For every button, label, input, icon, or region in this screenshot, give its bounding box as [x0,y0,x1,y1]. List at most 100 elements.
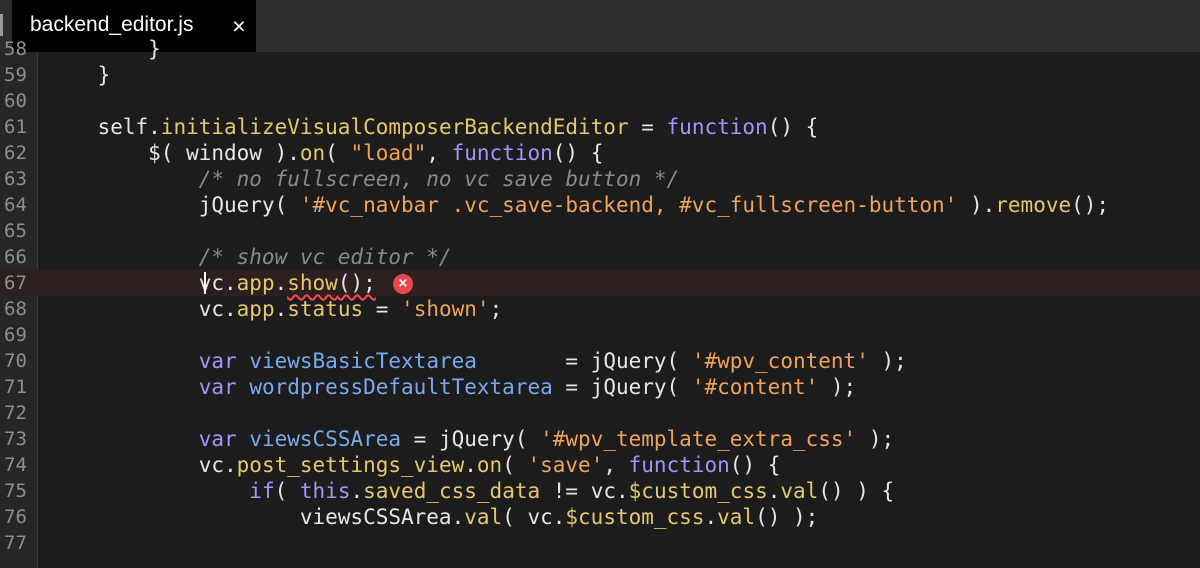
code-text: /* show vc editor */ [47,244,452,270]
code-token: '#vc_navbar .vc_save-backend, #vc_fullsc… [299,193,958,217]
code-token: viewsBasicTextarea [249,349,477,373]
code-token: jQuery( [47,193,300,217]
code-token: ( [325,141,351,165]
line-number: 62 [4,142,27,164]
line-number: 61 [4,116,27,138]
code-token: app [236,271,275,295]
code-line[interactable]: 71 var wordpressDefaultTextarea = jQuery… [0,374,1200,400]
code-token: var [198,375,237,399]
code-token: ( vc. [502,505,566,529]
code-token: val [717,505,756,529]
line-number: 71 [4,376,27,398]
code-token: this [299,479,351,503]
line-number: 76 [4,506,27,528]
code-token: () { [552,141,604,165]
code-token: '#content' [691,375,819,399]
line-number: 75 [4,480,27,502]
code-text: vc.app.status = 'shown'; [47,296,503,322]
code-token: . [767,479,781,503]
code-line[interactable]: 61 self.initializeVisualComposerBackendE… [0,114,1200,140]
code-line[interactable]: 72 [0,400,1200,426]
code-token: = jQuery( [552,375,692,399]
code-line[interactable]: 65 [0,218,1200,244]
code-line[interactable]: 67 vc.app.show(); × [0,270,1200,296]
code-line[interactable]: 75 if( this. saved_css_data != vc.$custom… [0,478,1200,504]
code-token: = jQuery( [476,349,692,373]
code-token: $( window ). [47,141,300,165]
line-number: 67 [4,272,27,294]
code-token: val [464,505,503,529]
code-token: ). [957,193,996,217]
code-token: () { [767,115,819,139]
code-token: var [198,427,237,451]
line-number: 68 [4,298,27,320]
line-number: 69 [4,324,27,346]
code-line[interactable]: 76 viewsCSSArea.val( vc.$custom_css.val(… [0,504,1200,530]
code-token: if [249,479,275,503]
code-token: ); [818,375,857,399]
code-line[interactable]: 69 [0,322,1200,348]
line-number: 73 [4,428,27,450]
code-token: /* show vc editor */ [47,245,452,269]
line-number: 74 [4,454,27,476]
code-token: ( [502,453,528,477]
code-token: vc. [47,271,237,295]
code-token: ); [856,427,895,451]
code-token: $custom_css [628,479,768,503]
code-token: = jQuery( [401,427,541,451]
code-token: . [704,505,718,529]
code-line[interactable]: 59 } [0,62,1200,88]
line-number: 66 [4,246,27,268]
code-line[interactable]: 77 [0,530,1200,556]
code-token: remove [995,193,1072,217]
code-token: viewsCSSArea [249,427,402,451]
code-token: /* no fullscreen, no vc save button */ [47,167,680,191]
code-token: app [236,297,275,321]
code-token: () ); [755,505,819,529]
code-line[interactable]: 68 vc.app.status = 'shown'; [0,296,1200,322]
code-token: wordpressDefaultTextarea [249,375,553,399]
code-token: , [603,453,629,477]
code-text: } [47,36,161,62]
tab-title: backend_editor.js [30,13,194,36]
code-token: ( [274,479,300,503]
code-token: var [198,349,237,373]
code-token: "load" [350,141,427,165]
code-text: $( window ).on( "load", function() { [47,140,603,166]
line-number: 65 [4,220,27,242]
code-line[interactable]: 62 $( window ).on( "load", function() { [0,140,1200,166]
code-token: post_settings_view [236,453,465,477]
code-token: function [666,115,768,139]
code-text: vc.post_settings_view.on( 'save', functi… [47,452,781,478]
code-token: function [451,141,553,165]
code-line[interactable]: 58 } [0,36,1200,62]
code-line[interactable]: 74 vc.post_settings_view.on( 'save', fun… [0,452,1200,478]
code-token: vc. [47,453,237,477]
code-line[interactable]: 64 jQuery( '#vc_navbar .vc_save-backend,… [0,192,1200,218]
error-icon[interactable]: × [393,274,413,294]
code-token: = [363,297,402,321]
code-token: $custom_css [565,505,705,529]
code-line[interactable]: 63 /* no fullscreen, no vc save button *… [0,166,1200,192]
text-cursor [204,272,206,294]
code-token: != vc. [540,479,629,503]
code-line[interactable]: 73 var viewsCSSArea = jQuery( '#wpv_temp… [0,426,1200,452]
line-number: 58 [4,38,27,60]
code-token: show [287,271,338,295]
code-line[interactable]: 60 [0,88,1200,114]
code-token: saved_css_data [363,479,541,503]
code-line[interactable]: 70 var viewsBasicTextarea = jQuery( '#wp… [0,348,1200,374]
code-token: . [464,453,477,477]
code-token: (); [337,271,376,295]
code-line[interactable]: 66 /* show vc editor */ [0,244,1200,270]
code-editor[interactable]: 58 } 59 } 60 61 self.initializeVisualCompos… [0,37,1200,568]
code-text: var viewsBasicTextarea = jQuery( '#wpv_c… [47,348,907,374]
line-number: 70 [4,350,27,372]
code-token: initializeVisualComposerBackendEditor [160,115,629,139]
code-text: var wordpressDefaultTextarea = jQuery( '… [47,374,856,400]
code-token: (); [1071,193,1110,217]
